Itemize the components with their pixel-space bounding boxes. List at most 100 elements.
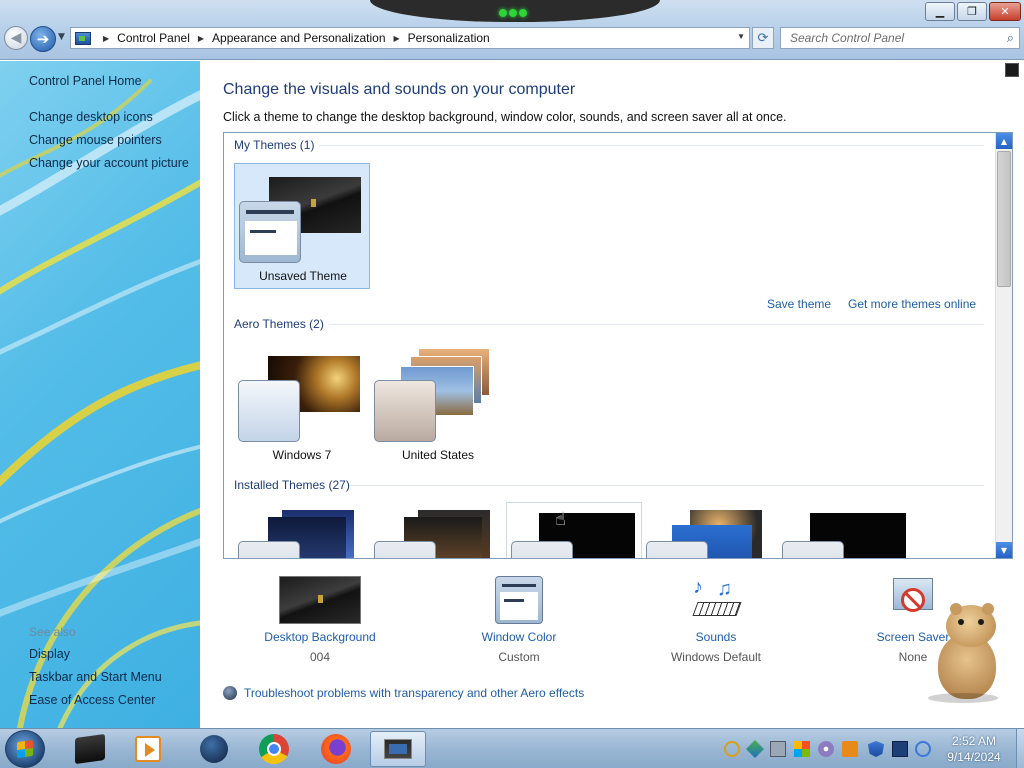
aero-themes-heading: Aero Themes (2) bbox=[234, 317, 324, 331]
ease-of-access-link[interactable]: Ease of Access Center bbox=[29, 693, 155, 707]
forward-button[interactable]: ➔ bbox=[30, 26, 56, 52]
recent-pages-dropdown[interactable]: ▼ bbox=[58, 32, 65, 42]
app-tray-icon[interactable] bbox=[842, 741, 858, 757]
sounds-value: Windows Default bbox=[670, 650, 762, 664]
help-icon[interactable] bbox=[1005, 63, 1019, 77]
indicator-lights bbox=[498, 6, 532, 17]
installed-theme[interactable] bbox=[778, 505, 914, 558]
terminal-icon bbox=[75, 733, 105, 765]
section-divider bbox=[319, 145, 984, 146]
window-color-preview bbox=[782, 541, 844, 558]
chevron-right-icon[interactable]: ▶ bbox=[394, 34, 400, 43]
clock-date[interactable]: 9/14/2024 bbox=[934, 750, 1014, 764]
terminal-app[interactable] bbox=[62, 731, 118, 767]
save-theme-link[interactable]: Save theme bbox=[767, 297, 831, 311]
breadcrumb-personalization[interactable]: Personalization bbox=[408, 31, 490, 45]
window-color-setting[interactable]: Window Color Custom bbox=[468, 576, 570, 664]
theme-label: Unsaved Theme bbox=[259, 269, 347, 283]
troubleshoot-label[interactable]: Troubleshoot problems with transparency … bbox=[244, 686, 584, 700]
scroll-up-button[interactable]: ▲ bbox=[996, 133, 1012, 149]
address-bar[interactable]: ▶ Control Panel ▶ Appearance and Persona… bbox=[70, 27, 750, 49]
shield-tray-icon[interactable] bbox=[868, 741, 884, 757]
close-button[interactable]: ✕ bbox=[989, 2, 1021, 21]
disc-tray-icon[interactable] bbox=[818, 741, 834, 757]
ie-tray-icon[interactable] bbox=[915, 741, 931, 757]
chevron-right-icon[interactable]: ▶ bbox=[103, 34, 109, 43]
network-tray-icon[interactable] bbox=[745, 739, 765, 759]
breadcrumb-appearance[interactable]: Appearance and Personalization bbox=[212, 31, 385, 45]
chrome-icon bbox=[259, 734, 289, 764]
search-icon[interactable]: ⌕ bbox=[1007, 30, 1014, 46]
window-color-value: Custom bbox=[498, 650, 540, 664]
control-panel-home-link[interactable]: Control Panel Home bbox=[29, 74, 142, 88]
window-titlebar: ▁ ❐ ✕ ◀ ➔ ▼ ▶ Control Panel ▶ Appearance… bbox=[0, 0, 1024, 60]
desktop-background-value: 004 bbox=[309, 650, 331, 664]
refresh-icon: ⟳ bbox=[757, 30, 769, 46]
search-input[interactable]: Search Control Panel ⌕ bbox=[780, 27, 1020, 49]
clock-time[interactable]: 2:52 AM bbox=[934, 734, 1014, 748]
chrome-app[interactable] bbox=[246, 731, 302, 767]
control-panel-app[interactable] bbox=[370, 731, 426, 767]
taskbar-start-menu-link[interactable]: Taskbar and Start Menu bbox=[29, 670, 162, 684]
troubleshoot-link[interactable]: Troubleshoot problems with transparency … bbox=[223, 686, 584, 700]
globe-app[interactable] bbox=[186, 731, 242, 767]
display-link[interactable]: Display bbox=[29, 647, 70, 661]
installed-theme[interactable] bbox=[234, 505, 370, 558]
scroll-thumb[interactable] bbox=[997, 151, 1011, 287]
troubleshoot-icon bbox=[223, 686, 237, 700]
scroll-down-button[interactable]: ▼ bbox=[996, 542, 1012, 558]
installed-theme[interactable]: ☝ bbox=[506, 502, 642, 558]
installed-theme[interactable] bbox=[642, 505, 778, 558]
theme-label: United States bbox=[401, 448, 475, 462]
hand-cursor-icon: ☝ bbox=[555, 509, 566, 530]
main-content: Change the visuals and sounds on your co… bbox=[200, 61, 1024, 728]
theme-unsaved[interactable]: Unsaved Theme bbox=[234, 163, 370, 289]
installed-theme[interactable] bbox=[370, 505, 506, 558]
theme-list[interactable]: My Themes (1) Unsaved Theme Save theme G… bbox=[223, 132, 1013, 559]
sounds-setting[interactable]: ♪ ♫ Sounds Windows Default bbox=[660, 576, 772, 664]
firefox-icon bbox=[321, 734, 351, 764]
back-button[interactable]: ◀ bbox=[4, 26, 28, 50]
change-account-picture-link[interactable]: Change your account picture bbox=[29, 156, 189, 170]
window-color-preview bbox=[511, 541, 573, 558]
arrow-left-icon: ◀ bbox=[10, 30, 22, 46]
window-color-preview bbox=[374, 541, 436, 558]
theme-windows-7[interactable]: Windows 7 bbox=[234, 343, 370, 469]
window-color-label[interactable]: Window Color bbox=[468, 630, 570, 644]
change-desktop-icons-link[interactable]: Change desktop icons bbox=[29, 110, 153, 124]
arrow-right-icon: ➔ bbox=[36, 30, 50, 48]
breadcrumb-control-panel[interactable]: Control Panel bbox=[117, 31, 190, 45]
address-dropdown-icon[interactable]: ▼ bbox=[737, 32, 745, 41]
maximize-button[interactable]: ❐ bbox=[957, 2, 987, 21]
section-divider bbox=[349, 485, 984, 486]
get-more-themes-link[interactable]: Get more themes online bbox=[848, 297, 976, 311]
windows-flag-tray-icon[interactable] bbox=[794, 741, 810, 757]
monitor-tray-icon[interactable] bbox=[892, 741, 908, 757]
show-desktop-button[interactable] bbox=[1016, 729, 1024, 768]
chevron-right-icon[interactable]: ▶ bbox=[198, 34, 204, 43]
start-button[interactable] bbox=[5, 730, 45, 768]
desktop-background-icon bbox=[279, 576, 361, 624]
desktop-background-setting[interactable]: Desktop Background 004 bbox=[260, 576, 380, 664]
media-player-app[interactable] bbox=[120, 731, 176, 767]
firefox-app[interactable] bbox=[308, 731, 364, 767]
window-color-preview bbox=[374, 380, 436, 442]
search-tray-icon[interactable] bbox=[724, 741, 740, 757]
display-tray-icon[interactable] bbox=[770, 741, 786, 757]
search-placeholder: Search Control Panel bbox=[790, 31, 905, 45]
my-themes-heading: My Themes (1) bbox=[234, 138, 315, 152]
sounds-label[interactable]: Sounds bbox=[660, 630, 772, 644]
desktop-background-label[interactable]: Desktop Background bbox=[260, 630, 380, 644]
minimize-button[interactable]: ▁ bbox=[925, 2, 955, 21]
hamster-mascot bbox=[922, 603, 1002, 705]
theme-united-states[interactable]: United States bbox=[370, 343, 506, 469]
window-color-preview bbox=[646, 541, 708, 558]
window-color-preview bbox=[238, 541, 300, 558]
theme-label: Windows 7 bbox=[272, 448, 332, 462]
taskbar: 2:52 AM 9/14/2024 bbox=[0, 728, 1024, 768]
change-mouse-pointers-link[interactable]: Change mouse pointers bbox=[29, 133, 162, 147]
installed-themes-heading: Installed Themes (27) bbox=[234, 478, 350, 492]
personalization-window-icon bbox=[384, 739, 412, 759]
theme-list-scrollbar[interactable]: ▲ ▼ bbox=[995, 133, 1012, 558]
refresh-button[interactable]: ⟳ bbox=[752, 27, 774, 49]
